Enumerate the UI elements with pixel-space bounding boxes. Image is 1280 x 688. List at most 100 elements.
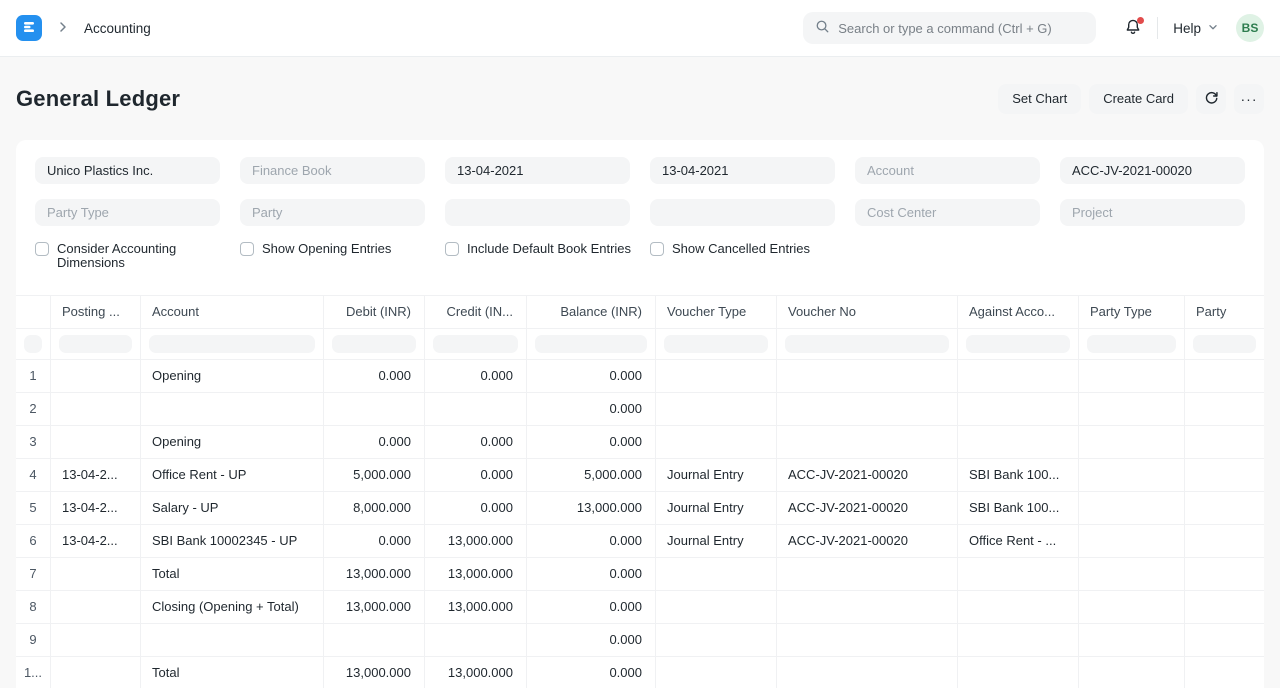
cell-balance[interactable]: 0.000: [527, 558, 656, 591]
cell-party_type[interactable]: [1079, 657, 1185, 688]
cell-balance[interactable]: 0.000: [527, 624, 656, 657]
cell-voucher_type[interactable]: Journal Entry: [656, 459, 777, 492]
cell-debit[interactable]: 8,000.000: [324, 492, 425, 525]
cell-debit[interactable]: 0.000: [324, 360, 425, 393]
cell-party_type[interactable]: [1079, 624, 1185, 657]
filter-field-finance-book[interactable]: [240, 157, 425, 184]
filter-field-from-date[interactable]: [445, 157, 630, 184]
cell-account[interactable]: Closing (Opening + Total): [141, 591, 324, 624]
cell-posting[interactable]: [51, 426, 141, 459]
cell-party_type[interactable]: [1079, 459, 1185, 492]
cell-balance[interactable]: 0.000: [527, 525, 656, 558]
cell-account[interactable]: Opening: [141, 426, 324, 459]
cell-against[interactable]: [958, 624, 1079, 657]
cell-voucher_no[interactable]: [777, 657, 958, 688]
cell-party[interactable]: [1185, 558, 1264, 591]
cell-against[interactable]: [958, 426, 1079, 459]
filter-field-company[interactable]: [35, 157, 220, 184]
filter-field-party[interactable]: [240, 199, 425, 226]
column-header[interactable]: Credit (IN...: [425, 296, 527, 329]
cell-voucher_type[interactable]: [656, 591, 777, 624]
cell-party_type[interactable]: [1079, 426, 1185, 459]
cell-posting[interactable]: 13-04-2...: [51, 525, 141, 558]
cell-debit[interactable]: 0.000: [324, 525, 425, 558]
filter-field-account[interactable]: [855, 157, 1040, 184]
column-header[interactable]: Balance (INR): [527, 296, 656, 329]
cell-posting[interactable]: [51, 591, 141, 624]
global-search[interactable]: [803, 12, 1096, 44]
cell-account[interactable]: Salary - UP: [141, 492, 324, 525]
cell-party_type[interactable]: [1079, 360, 1185, 393]
cell-credit[interactable]: [425, 624, 527, 657]
cell-num[interactable]: 5: [16, 492, 51, 525]
cell-credit[interactable]: 0.000: [425, 360, 527, 393]
cell-against[interactable]: [958, 591, 1079, 624]
breadcrumb-item-accounting[interactable]: Accounting: [84, 21, 151, 36]
cell-posting[interactable]: 13-04-2...: [51, 492, 141, 525]
cell-against[interactable]: Office Rent - ...: [958, 525, 1079, 558]
cell-credit[interactable]: 0.000: [425, 426, 527, 459]
cell-account[interactable]: Total: [141, 657, 324, 688]
notifications-button[interactable]: [1124, 18, 1142, 39]
cell-balance[interactable]: 0.000: [527, 360, 656, 393]
cell-account[interactable]: SBI Bank 10002345 - UP: [141, 525, 324, 558]
cell-num[interactable]: 3: [16, 426, 51, 459]
cell-voucher_type[interactable]: [656, 558, 777, 591]
search-input[interactable]: [838, 21, 1084, 36]
cell-voucher_no[interactable]: ACC-JV-2021-00020: [777, 459, 958, 492]
cell-balance[interactable]: 5,000.000: [527, 459, 656, 492]
cell-voucher_no[interactable]: [777, 360, 958, 393]
cell-party[interactable]: [1185, 657, 1264, 688]
column-filter-input[interactable]: [59, 335, 132, 353]
cell-account[interactable]: [141, 624, 324, 657]
cell-posting[interactable]: [51, 657, 141, 688]
column-filter-input[interactable]: [24, 335, 42, 353]
column-header[interactable]: Voucher No: [777, 296, 958, 329]
column-filter-input[interactable]: [1087, 335, 1176, 353]
cell-balance[interactable]: 13,000.000: [527, 492, 656, 525]
cell-voucher_type[interactable]: [656, 657, 777, 688]
cell-voucher_no[interactable]: [777, 624, 958, 657]
refresh-button[interactable]: [1196, 84, 1226, 114]
cell-party[interactable]: [1185, 624, 1264, 657]
cell-against[interactable]: SBI Bank 100...: [958, 459, 1079, 492]
cell-voucher_no[interactable]: [777, 393, 958, 426]
checkbox-item[interactable]: Show Opening Entries: [240, 242, 445, 256]
cell-voucher_no[interactable]: [777, 426, 958, 459]
cell-party[interactable]: [1185, 525, 1264, 558]
column-header[interactable]: Posting ...: [51, 296, 141, 329]
column-filter-input[interactable]: [966, 335, 1070, 353]
filter-field-party-type[interactable]: [35, 199, 220, 226]
filter-field-blank-1[interactable]: [445, 199, 630, 226]
column-filter-input[interactable]: [664, 335, 768, 353]
cell-debit[interactable]: [324, 624, 425, 657]
cell-account[interactable]: [141, 393, 324, 426]
cell-party[interactable]: [1185, 459, 1264, 492]
column-filter-input[interactable]: [535, 335, 647, 353]
filter-field-voucher-no[interactable]: [1060, 157, 1245, 184]
column-filter-input[interactable]: [332, 335, 416, 353]
checkbox-item[interactable]: Consider Accounting Dimensions: [35, 242, 240, 271]
cell-credit[interactable]: 13,000.000: [425, 591, 527, 624]
cell-posting[interactable]: [51, 624, 141, 657]
column-filter-input[interactable]: [149, 335, 315, 353]
cell-party_type[interactable]: [1079, 393, 1185, 426]
cell-against[interactable]: SBI Bank 100...: [958, 492, 1079, 525]
cell-num[interactable]: 1...: [16, 657, 51, 688]
cell-num[interactable]: 7: [16, 558, 51, 591]
cell-account[interactable]: Opening: [141, 360, 324, 393]
filter-field-to-date[interactable]: [650, 157, 835, 184]
cell-credit[interactable]: 13,000.000: [425, 657, 527, 688]
cell-posting[interactable]: [51, 360, 141, 393]
cell-party[interactable]: [1185, 360, 1264, 393]
cell-num[interactable]: 1: [16, 360, 51, 393]
cell-debit[interactable]: 13,000.000: [324, 558, 425, 591]
cell-party_type[interactable]: [1079, 558, 1185, 591]
cell-against[interactable]: [958, 558, 1079, 591]
column-header[interactable]: Against Acco...: [958, 296, 1079, 329]
cell-voucher_type[interactable]: [656, 393, 777, 426]
cell-num[interactable]: 9: [16, 624, 51, 657]
cell-party[interactable]: [1185, 426, 1264, 459]
column-header[interactable]: Debit (INR): [324, 296, 425, 329]
checkbox-input[interactable]: [35, 242, 49, 256]
